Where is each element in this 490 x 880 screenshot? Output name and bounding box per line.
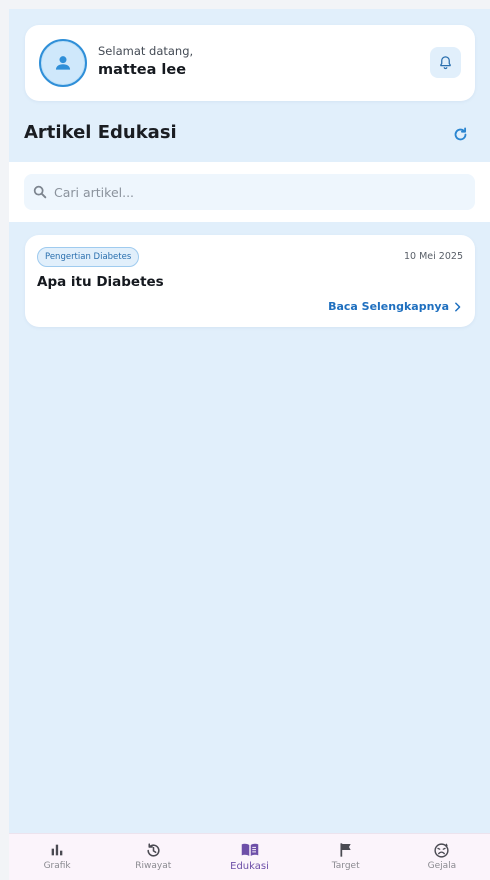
article-date: 10 Mei 2025 bbox=[404, 251, 463, 262]
nav-item-riwayat[interactable]: Riwayat bbox=[105, 834, 201, 880]
nav-item-edukasi[interactable]: Edukasi bbox=[201, 834, 297, 880]
bar-chart-icon bbox=[51, 844, 63, 856]
search-bar[interactable] bbox=[24, 174, 475, 210]
flag-icon bbox=[340, 843, 351, 857]
nav-item-target[interactable]: Target bbox=[298, 834, 394, 880]
avatar-inner bbox=[42, 42, 84, 84]
nav-label-riwayat: Riwayat bbox=[135, 861, 172, 871]
article-title: Apa itu Diabetes bbox=[37, 274, 164, 290]
nav-label-grafik: Grafik bbox=[43, 861, 71, 871]
notification-button[interactable] bbox=[430, 47, 461, 78]
person-icon bbox=[55, 56, 71, 70]
username-text: mattea lee bbox=[98, 62, 187, 78]
nav-item-grafik[interactable]: Grafik bbox=[9, 834, 105, 880]
nav-label-edukasi: Edukasi bbox=[230, 861, 269, 872]
nav-item-gejala[interactable]: Gejala bbox=[394, 834, 490, 880]
refresh-icon bbox=[454, 127, 466, 140]
article-card[interactable]: Pengertian Diabetes 10 Mei 2025 Apa itu … bbox=[25, 235, 475, 327]
read-more-label: Baca Selengkapnya bbox=[328, 300, 449, 313]
history-icon bbox=[147, 842, 160, 857]
category-chip: Pengertian Diabetes bbox=[37, 247, 140, 267]
book-icon bbox=[241, 843, 258, 856]
page-title: Artikel Edukasi bbox=[24, 122, 177, 143]
app-screen: Selamat datang, mattea lee Artikel Eduka… bbox=[9, 9, 490, 880]
avatar[interactable] bbox=[39, 39, 87, 87]
nav-label-gejala: Gejala bbox=[427, 861, 457, 871]
chevron-right-icon bbox=[455, 302, 461, 311]
read-more-link[interactable]: Baca Selengkapnya bbox=[328, 300, 462, 313]
search-icon bbox=[33, 185, 47, 199]
nav-label-target: Target bbox=[331, 861, 360, 871]
search-input[interactable] bbox=[54, 174, 464, 210]
sick-face-icon bbox=[434, 842, 449, 858]
refresh-button[interactable] bbox=[450, 124, 470, 144]
bottom-navigation: Grafik Riwayat Edukasi Target Gejala bbox=[9, 833, 490, 880]
user-header-card: Selamat datang, mattea lee bbox=[25, 25, 475, 101]
search-area bbox=[9, 162, 490, 222]
bell-icon bbox=[440, 56, 451, 70]
greeting-text: Selamat datang, bbox=[98, 44, 194, 58]
